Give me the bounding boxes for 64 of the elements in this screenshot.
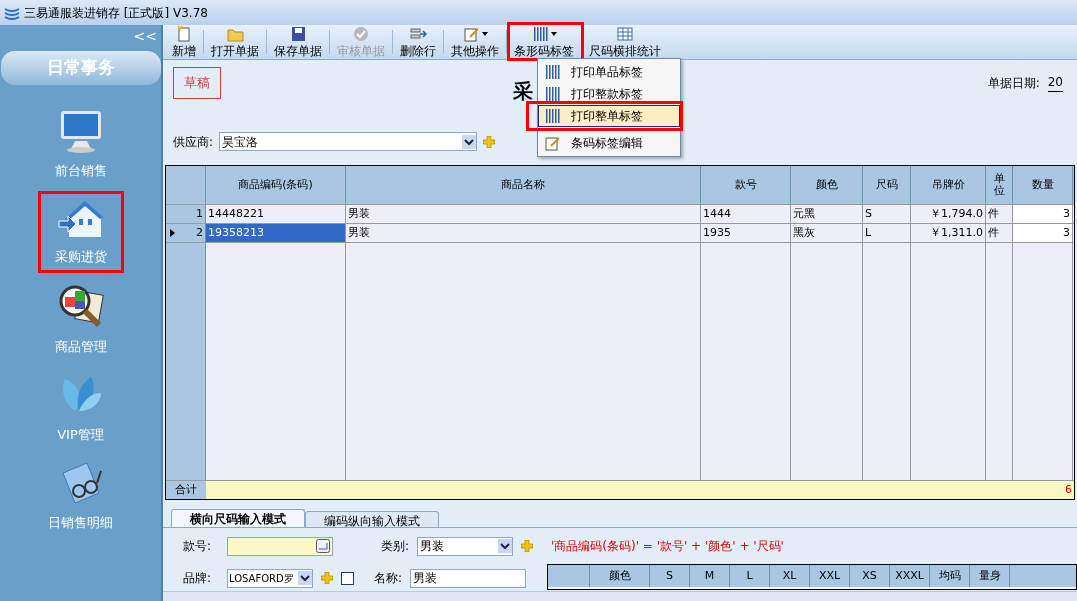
tab[interactable]: 编码纵向输入模式	[305, 511, 439, 527]
column-header[interactable]: XL	[770, 565, 810, 587]
total-quantity: 6	[1064, 481, 1073, 498]
column-header[interactable]: S	[650, 565, 690, 587]
toolbar-button[interactable]: 打开单据	[206, 25, 264, 59]
table-cell: 19358213	[206, 224, 346, 242]
toolbar-button[interactable]: 新增	[167, 25, 201, 59]
brand-label: 品牌:	[183, 570, 213, 587]
category-field[interactable]: 男装	[417, 536, 514, 556]
document-title: 采	[513, 79, 533, 103]
table-cell: 黑灰	[791, 224, 863, 242]
column-header[interactable]: 颜色	[791, 166, 863, 204]
column-header[interactable]: 颜色	[590, 565, 650, 587]
column-header[interactable]: 吊牌价	[911, 166, 986, 204]
table-cell: 1444	[701, 205, 791, 223]
brand-field[interactable]: LOSAFORD罗	[227, 568, 313, 588]
column-header[interactable]: M	[690, 565, 730, 587]
toolbar-button[interactable]: 其他操作	[446, 25, 504, 59]
column-header[interactable]: 商品名称	[346, 166, 701, 204]
table-cell: L	[863, 224, 911, 242]
category-label: 类别:	[381, 538, 410, 555]
name-label: 名称:	[374, 570, 403, 587]
column-header[interactable]: 款号	[701, 166, 791, 204]
column-header[interactable]: 量身	[970, 565, 1010, 587]
supplier-field[interactable]: 昊宝洛	[219, 132, 478, 151]
tab[interactable]: 横向尺码输入模式	[171, 509, 305, 527]
column-header[interactable]: 数量	[1013, 166, 1073, 204]
column-header[interactable]: XXL	[810, 565, 850, 587]
column-header[interactable]: 尺码	[863, 166, 911, 204]
name-field[interactable]: 男装	[410, 568, 527, 588]
table-cell: 14448221	[206, 205, 346, 223]
column-header[interactable]: 均码	[930, 565, 970, 587]
column-header[interactable]: L	[730, 565, 770, 587]
total-label: 合计	[166, 481, 206, 499]
toolbar-button[interactable]: 条形码标签	[509, 25, 579, 59]
style-label: 款号:	[183, 538, 213, 555]
table-cell: 元黑	[791, 205, 863, 223]
menu-item[interactable]: 打印整款标签	[538, 83, 680, 105]
toolbar-button[interactable]: 删除行	[395, 25, 441, 59]
column-header[interactable]: 单位	[986, 166, 1013, 204]
menu-item[interactable]: 条码标签编辑	[538, 132, 680, 154]
column-header[interactable]: XXXL	[890, 565, 930, 587]
table-cell: ￥1,311.0	[911, 224, 986, 242]
table-cell: 男装	[346, 205, 701, 223]
table-cell: 3	[1013, 224, 1073, 242]
table-cell: 男装	[346, 224, 701, 242]
row-header[interactable]: 2	[166, 224, 206, 242]
row-header[interactable]: 1	[166, 205, 206, 223]
table-cell: 1935	[701, 224, 791, 242]
table-cell: 3	[1013, 205, 1073, 223]
formula-note: '商品编码(条码)' = '款号' + '颜色' + '尺码'	[551, 538, 784, 555]
toolbar-button[interactable]: 保存单据	[269, 25, 327, 59]
menu-item[interactable]: 打印单品标签	[538, 61, 680, 83]
column-header[interactable]: XS	[850, 565, 890, 587]
table-cell: S	[863, 205, 911, 223]
table-cell: ￥1,794.0	[911, 205, 986, 223]
section-header: 日常事务	[0, 51, 161, 85]
window-title: 三易通服装进销存 [正式版] V3.78	[24, 4, 208, 22]
date-label: 单据日期:	[987, 74, 1040, 92]
menu-item[interactable]: 打印整单标签	[538, 105, 680, 127]
column-header[interactable]: 商品编码(条码)	[206, 166, 346, 204]
status-stamp: 草稿	[173, 67, 221, 99]
date-field[interactable]: 20	[1047, 73, 1063, 93]
supplier-label: 供应商:	[173, 133, 214, 151]
